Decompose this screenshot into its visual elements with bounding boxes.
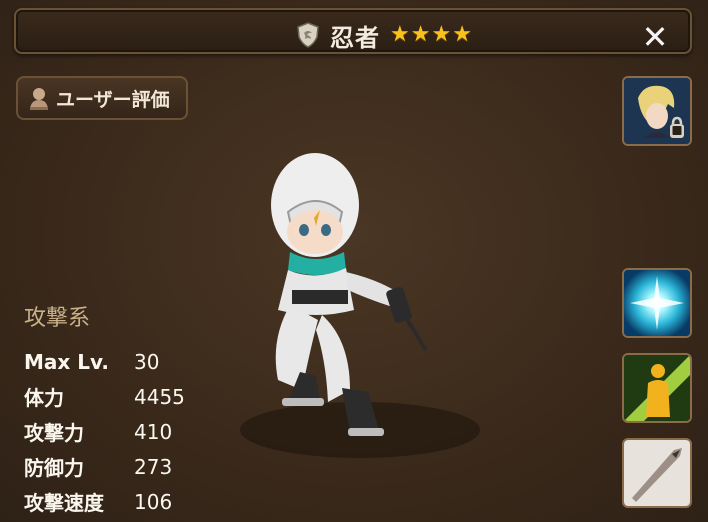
close-icon[interactable]: ✕ xyxy=(640,21,670,53)
skill-2-icon[interactable] xyxy=(622,353,692,423)
user-evaluation-label: ユーザー評価 xyxy=(56,88,170,111)
stat-row: 攻撃力 410 xyxy=(24,414,185,449)
stat-label: Max Lv. xyxy=(24,349,110,374)
star-rating: ★ ★ ★ ★ xyxy=(390,24,472,46)
user-bust-icon xyxy=(30,88,48,110)
stat-value: 106 xyxy=(134,489,173,514)
title-group: 忍者 ★ ★ ★ ★ xyxy=(296,20,472,52)
stat-row: 攻撃速度 106 xyxy=(24,484,185,519)
stats-panel: 攻撃系 Max Lv. 30 体力 4455 攻撃力 410 防御力 273 攻… xyxy=(24,300,185,519)
skill-3-icon[interactable] xyxy=(622,438,692,508)
stat-label: 攻撃力 xyxy=(24,421,84,445)
stat-value: 273 xyxy=(134,454,173,479)
awakened-form-portrait[interactable] xyxy=(622,76,692,146)
stat-value: 410 xyxy=(134,419,173,444)
wind-element-icon xyxy=(297,22,319,48)
skill-1-icon[interactable] xyxy=(622,268,692,338)
stat-value: 30 xyxy=(134,349,160,374)
star-icon: ★ xyxy=(410,22,431,47)
stats-category: 攻撃系 xyxy=(24,306,91,331)
stat-row: 体力 4455 xyxy=(24,379,185,414)
star-icon: ★ xyxy=(452,22,472,47)
stat-value: 4455 xyxy=(134,384,185,409)
monster-name: 忍者 xyxy=(330,23,380,52)
awakened-portrait-image xyxy=(624,78,690,144)
stat-row: 防御力 273 xyxy=(24,449,185,484)
title-bar: 忍者 ★ ★ ★ ★ ✕ xyxy=(14,8,692,54)
monster-model xyxy=(240,153,480,458)
stat-label: 攻撃速度 xyxy=(24,491,104,515)
stat-label: 防御力 xyxy=(24,456,84,480)
stat-row: Max Lv. 30 xyxy=(24,344,185,379)
star-icon: ★ xyxy=(431,22,452,47)
user-evaluation-button[interactable]: ユーザー評価 xyxy=(16,76,188,120)
stat-label: 体力 xyxy=(24,386,64,410)
star-icon: ★ xyxy=(390,22,410,47)
